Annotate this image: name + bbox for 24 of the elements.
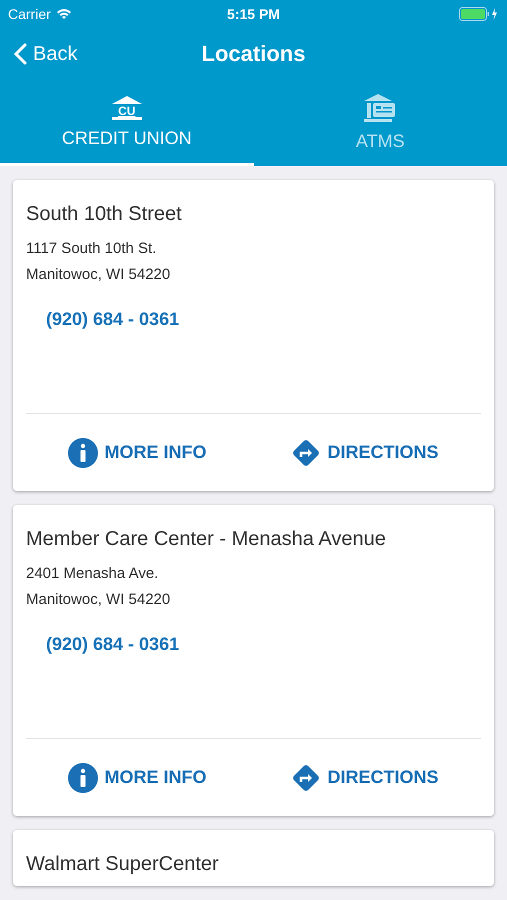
- info-icon: [68, 438, 98, 468]
- address-line: 1117 South 10th St.: [26, 239, 158, 259]
- back-button[interactable]: Back: [0, 28, 78, 80]
- clock-time: 5:15 PM: [227, 4, 280, 24]
- address-line: Manitowoc, WI 54220: [26, 265, 172, 285]
- wifi-icon: [56, 8, 72, 20]
- screen-title: Locations: [202, 40, 306, 68]
- chevron-left-icon: [14, 43, 27, 65]
- more-info-button[interactable]: MORE INFO: [62, 436, 212, 468]
- address-line: 2401 Menasha Ave.: [26, 564, 160, 584]
- location-name: Member Care Center - Menasha Avenue: [26, 527, 387, 551]
- info-icon: [68, 762, 98, 792]
- location-name: South 10th Street: [26, 202, 183, 226]
- battery-icon: [459, 7, 499, 21]
- location-name: Walmart SuperCenter: [26, 852, 220, 876]
- phone-link[interactable]: (920) 684 - 0361: [26, 288, 200, 333]
- directions-button[interactable]: DIRECTIONS: [285, 436, 444, 468]
- more-info-button[interactable]: MORE INFO: [62, 762, 212, 794]
- address-line: Manitowoc, WI 54220: [26, 590, 172, 610]
- bank-card-icon: [364, 94, 396, 124]
- phone-link[interactable]: (920) 684 - 0361: [26, 613, 200, 658]
- directions-button[interactable]: DIRECTIONS: [285, 762, 444, 794]
- carrier-name: Carrier: [8, 4, 51, 24]
- tab[interactable]: CU CREDIT UNION: [0, 80, 254, 166]
